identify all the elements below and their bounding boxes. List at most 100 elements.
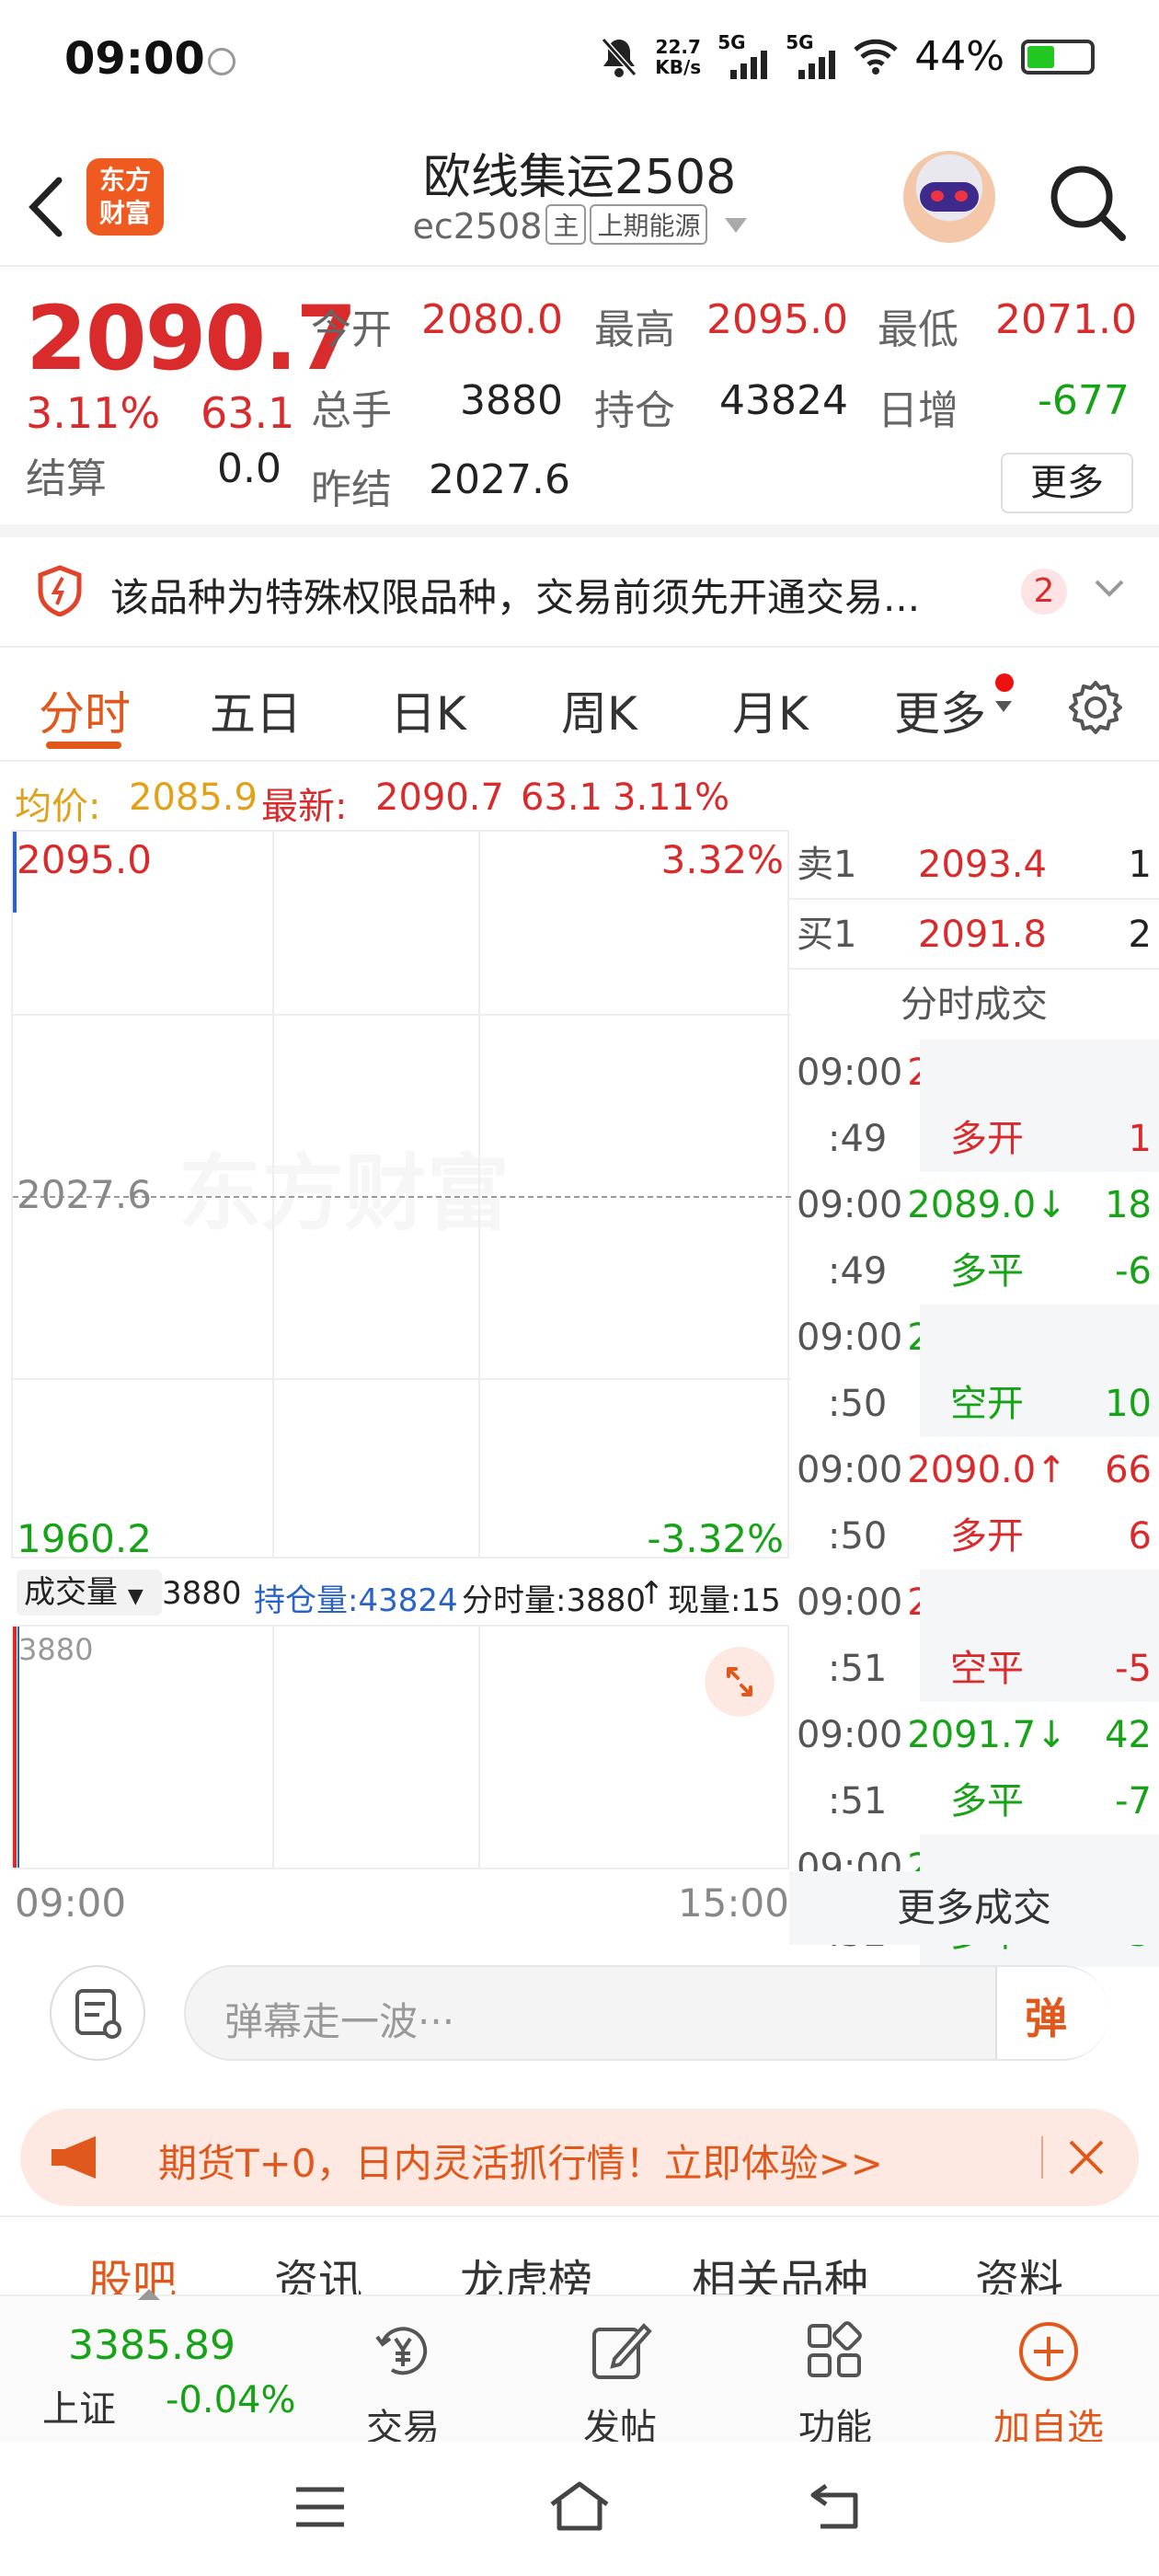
daily-increase-label: 日增 xyxy=(878,387,958,434)
signal-1: 5G xyxy=(717,31,769,79)
index-widget[interactable]: 3385.89 上证 -0.04% xyxy=(37,2309,313,2438)
index-expand-icon xyxy=(138,2289,160,2300)
price-axis-mid: 2027.6 xyxy=(17,1172,152,1217)
tab-more-caret-icon xyxy=(995,701,1012,712)
close-icon[interactable] xyxy=(1065,2136,1107,2179)
open-interest-value: 43824 xyxy=(719,377,848,424)
expand-chart-button[interactable] xyxy=(705,1647,775,1717)
intraday-chart[interactable]: 东方财富 2095.0 3.32% 2027.6 1960.2 -3.32% xyxy=(11,830,791,1561)
active-tab-indicator xyxy=(46,742,121,749)
ai-assistant-robot-icon[interactable] xyxy=(903,151,995,243)
status-right: 22.7 KB/s 5G 5G 44% xyxy=(600,31,1095,80)
search-icon[interactable] xyxy=(1045,160,1128,243)
subtab-guba[interactable]: 股吧 xyxy=(88,2245,177,2298)
subtab-profile[interactable]: 资料 xyxy=(975,2245,1063,2298)
volume-value: 3880 xyxy=(162,1575,242,1612)
danmu-send-button[interactable]: 弹 xyxy=(995,1967,1109,2059)
menu-icon[interactable] xyxy=(293,2484,348,2530)
daily-increase-value: -677 xyxy=(1038,377,1130,424)
promo-divider xyxy=(1041,2136,1043,2179)
back-nav-icon[interactable] xyxy=(808,2478,866,2534)
dropdown-triangle-icon xyxy=(724,218,747,233)
trade-row: :49 多平 -6 xyxy=(789,1238,1159,1305)
wifi-icon xyxy=(854,39,898,75)
danmu-settings-icon xyxy=(75,1989,121,2039)
trade-button[interactable]: 交易 xyxy=(311,2315,495,2451)
subtab-dragon-tiger[interactable]: 龙虎榜 xyxy=(460,2245,592,2298)
chevron-down-icon[interactable] xyxy=(1091,570,1128,607)
tab-daily-k[interactable]: 日K xyxy=(390,677,466,743)
buy-1-qty: 2 xyxy=(1128,914,1152,956)
net-speed-value: 22.7 xyxy=(655,35,701,58)
signal-bars-icon xyxy=(730,46,768,79)
net-speed-unit: KB/s xyxy=(655,55,702,78)
trade-price: 2090.0↑ xyxy=(907,1449,1067,1491)
buy-1-price: 2091.8 xyxy=(918,914,1047,956)
price-axis-top: 2095.0 xyxy=(17,837,152,882)
trade-price: 空平 xyxy=(950,1648,1024,1690)
home-icon[interactable] xyxy=(546,2478,613,2534)
trade-time: :51 xyxy=(828,1780,888,1823)
trade-row: 09:00 2089.0↓ 18 xyxy=(789,1172,1159,1238)
promo-banner[interactable]: 期货T+0，日内灵活抓行情！立即体验>> xyxy=(20,2109,1139,2206)
sell-1-row: 卖1 2093.4 1 xyxy=(789,830,1159,900)
tab-more[interactable]: 更多 xyxy=(894,677,986,743)
battery-icon xyxy=(1021,39,1095,75)
open-value: 2080.0 xyxy=(421,296,563,343)
trade-price: 空开 xyxy=(950,1383,1024,1425)
trade-time: :49 xyxy=(828,1250,888,1293)
trade-volume: -5 xyxy=(1115,1648,1152,1690)
more-quote-button[interactable]: 更多 xyxy=(1001,453,1133,513)
tab-monthly-k[interactable]: 月K xyxy=(732,677,809,743)
index-name: 上证 xyxy=(42,2388,116,2431)
subtab-related[interactable]: 相关品种 xyxy=(692,2245,868,2298)
trade-row: 09:00 2091.7↓ 42 xyxy=(789,1702,1159,1768)
trade-ticker-panel: 卖1 2093.4 1 买1 2091.8 2 分时成交 09:002090.0… xyxy=(789,830,1159,1967)
tab-intraday[interactable]: 分时 xyxy=(39,677,131,743)
more-trades-button[interactable]: 更多成交 xyxy=(789,1871,1159,1945)
notice-text: 该品种为特殊权限品种，交易前须先开通交易... xyxy=(110,575,921,620)
trade-time: :50 xyxy=(828,1515,888,1558)
tab-weekly-k[interactable]: 周K xyxy=(561,677,637,743)
post-button[interactable]: 发帖 xyxy=(528,2315,712,2451)
buy-1-row: 买1 2091.8 2 xyxy=(789,900,1159,970)
danmu-input[interactable]: 弹幕走一波··· 弹 xyxy=(184,1965,1109,2061)
add-watchlist-button[interactable]: 加自选 xyxy=(957,2315,1141,2451)
settle-label: 结算 xyxy=(26,455,107,502)
quote-panel: 2090.7 3.11% 63.1 结算 0.0 今开 2080.0 最高 20… xyxy=(0,269,1159,537)
volume-header: 成交量 ▼ 3880 持仓量:43824 分时量:3880 ↑ 现量:15 xyxy=(11,1558,789,1627)
promo-text: 期货T+0，日内灵活抓行情！立即体验>> xyxy=(158,2141,883,2186)
contract-code: ec2508 xyxy=(412,206,543,247)
trade-price: 多平 xyxy=(950,1780,1024,1823)
trade-row: 09:00 2090.0↑ 66 xyxy=(789,1437,1159,1503)
volume-axis-top: 3880 xyxy=(18,1632,94,1667)
change-value: 63.1 xyxy=(201,388,295,438)
period-volume-text: 分时量:3880 xyxy=(462,1582,646,1619)
trade-row: :51 空平 -5 xyxy=(789,1636,1159,1702)
buy-1-label: 买1 xyxy=(797,914,857,956)
function-button[interactable]: 功能 xyxy=(743,2315,927,2451)
expand-icon xyxy=(727,1667,752,1696)
sell-1-price: 2093.4 xyxy=(918,844,1047,886)
trade-volume: 1 xyxy=(1128,1118,1152,1160)
dropdown-triangle-icon: ▼ xyxy=(127,1585,143,1608)
trade-volume: -6 xyxy=(1115,1250,1152,1293)
subtab-news[interactable]: 资讯 xyxy=(274,2245,362,2298)
open-interest-label: 持仓 xyxy=(594,387,675,434)
danmu-settings-button[interactable] xyxy=(50,1965,145,2061)
price-info-line: 均价: 2085.9 最新: 2090.7 63.1 3.11% xyxy=(0,767,1159,828)
tab-five-day[interactable]: 五日 xyxy=(210,677,302,743)
prev-settle-value: 2027.6 xyxy=(429,456,570,503)
comment-bar: 弹幕走一波··· 弹 xyxy=(0,1950,1159,2079)
trade-volume: -7 xyxy=(1115,1780,1152,1823)
trade-price: 多开 xyxy=(950,1515,1024,1558)
change-percent: 3.11% xyxy=(26,388,161,438)
gear-icon[interactable] xyxy=(1067,679,1124,736)
permission-notice[interactable]: 该品种为特殊权限品种，交易前须先开通交易... 2 xyxy=(0,537,1159,648)
volume-bar xyxy=(13,1627,17,1868)
trade-volume: 6 xyxy=(1128,1515,1152,1558)
status-bar: 09:00 22.7 KB/s 5G 5G 44% xyxy=(0,0,1159,129)
volume-selector[interactable]: 成交量 ▼ xyxy=(17,1570,162,1616)
trade-time: 09:00 xyxy=(797,1184,903,1226)
volume-panel: 3880 xyxy=(11,1627,789,1869)
